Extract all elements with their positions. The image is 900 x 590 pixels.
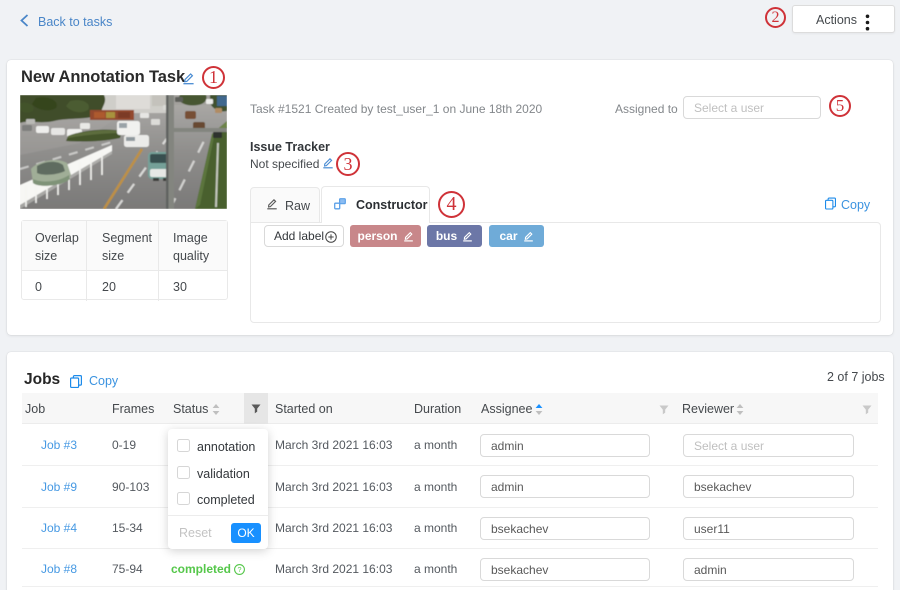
svg-text:?: ? <box>238 565 242 574</box>
